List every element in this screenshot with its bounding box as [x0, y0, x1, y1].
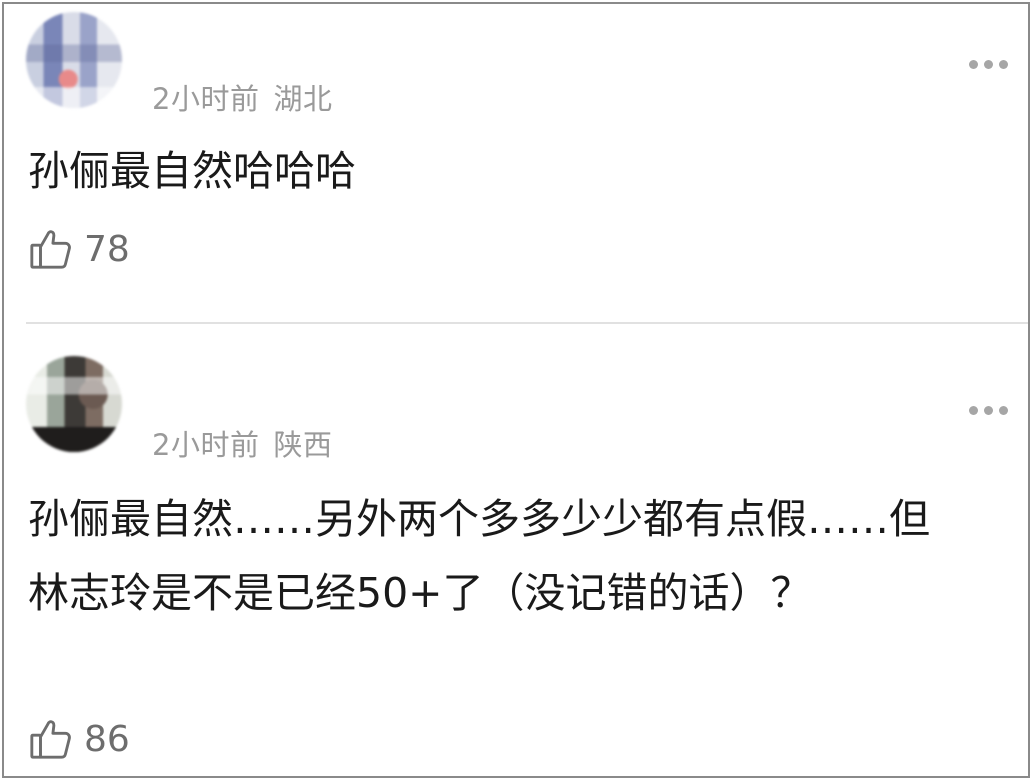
avatar[interactable] — [26, 12, 122, 108]
dot-icon — [999, 60, 1008, 69]
comment-item: 2小时前 陕西 孙俪最自然……另外两个多多少少都有点假……但林志玲是不是已经50+… — [4, 326, 1028, 780]
divider — [26, 322, 1028, 324]
dot-icon — [984, 406, 993, 415]
comment-location: 湖北 — [273, 82, 333, 116]
like-count: 86 — [84, 718, 130, 760]
comment-time: 2小时前 — [152, 428, 260, 462]
comment-meta: 2小时前 陕西 — [152, 422, 332, 464]
like-button[interactable]: 78 — [28, 226, 130, 272]
comment-time: 2小时前 — [152, 82, 260, 116]
comment-location: 陕西 — [273, 428, 333, 462]
more-options-icon[interactable] — [969, 406, 1008, 415]
dot-icon — [999, 406, 1008, 415]
thumbs-up-icon — [30, 720, 71, 759]
like-button[interactable]: 86 — [28, 716, 130, 762]
comment-text: 孙俪最自然哈哈哈 — [28, 147, 356, 195]
dot-icon — [984, 60, 993, 69]
comment-list: 2小时前 湖北 孙俪最自然哈哈哈 78 2小时前 陕西 孙俪最自然……另外两个多多少… — [2, 2, 1030, 778]
dot-icon — [969, 60, 978, 69]
comment-meta: 2小时前 湖北 — [152, 76, 332, 118]
comment-item: 2小时前 湖北 孙俪最自然哈哈哈 78 — [4, 4, 1028, 322]
comment-text: 孙俪最自然……另外两个多多少少都有点假……但林志玲是不是已经50+了（没记错的话… — [28, 495, 930, 617]
more-options-icon[interactable] — [969, 60, 1008, 69]
dot-icon — [969, 406, 978, 415]
like-count: 78 — [84, 228, 130, 270]
thumbs-up-icon — [30, 230, 71, 269]
avatar[interactable] — [26, 356, 122, 452]
